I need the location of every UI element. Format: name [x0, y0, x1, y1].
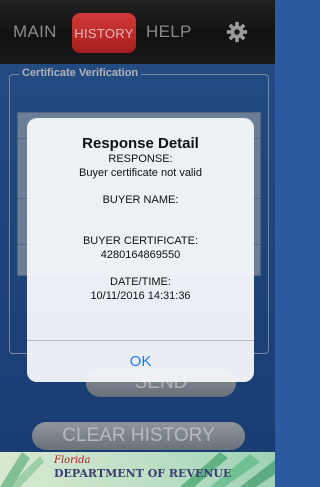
response-label: RESPONSE:	[108, 153, 173, 165]
ok-button[interactable]: OK	[27, 341, 254, 382]
datetime-label: DATE/TIME:	[110, 276, 171, 288]
palm-leaf-graphic	[0, 452, 44, 487]
response-detail-dialog: Response Detail RESPONSE: Buyer certific…	[27, 118, 254, 382]
tab-main[interactable]: MAIN	[13, 22, 57, 42]
dialog-title: Response Detail	[82, 135, 199, 152]
tab-history[interactable]: HISTORY	[72, 13, 136, 53]
buyer-certificate-value: 4280164869550	[100, 249, 181, 261]
top-tab-bar: MAIN HISTORY HELP	[0, 0, 275, 64]
footer-banner: Florida DEPARTMENT OF REVENUE	[0, 452, 275, 487]
footer-state-logo: Florida	[54, 455, 91, 466]
gear-icon[interactable]	[226, 21, 248, 43]
buyer-name-label: BUYER NAME:	[102, 194, 179, 206]
dialog-content: Response Detail RESPONSE: Buyer certific…	[27, 118, 254, 340]
footer-department: DEPARTMENT OF REVENUE	[54, 467, 232, 480]
datetime-value: 10/11/2016 14:31:36	[90, 290, 191, 302]
buyer-certificate-label: BUYER CERTIFICATE:	[82, 235, 199, 247]
response-value: Buyer certificate not valid	[79, 167, 202, 179]
tab-help[interactable]: HELP	[146, 22, 192, 42]
